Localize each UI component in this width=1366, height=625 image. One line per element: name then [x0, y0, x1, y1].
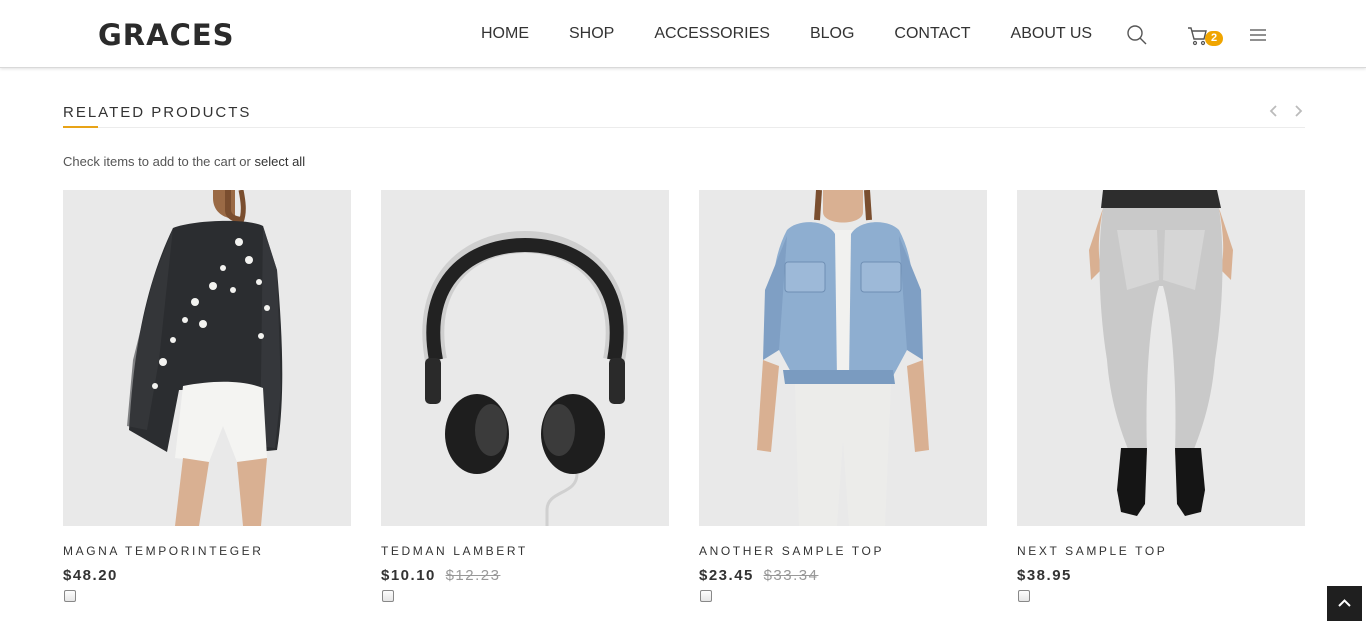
product-name[interactable]: TEDMAN LAMBERT [381, 544, 669, 558]
nav-blog[interactable]: BLOG [810, 25, 854, 43]
add-to-cart-checkbox[interactable] [1018, 590, 1030, 602]
site-logo[interactable]: GRACES [98, 18, 235, 52]
site-header: GRACES HOME SHOP ACCESSORIES BLOG CONTAC… [0, 0, 1366, 68]
chevron-up-icon [1338, 599, 1351, 607]
nav-contact[interactable]: CONTACT [894, 25, 970, 43]
add-to-cart-checkbox[interactable] [64, 590, 76, 602]
product-price: $48.20 [63, 567, 351, 584]
old-price: $33.34 [763, 567, 819, 584]
product-name[interactable]: ANOTHER SAMPLE TOP [699, 544, 987, 558]
product-image[interactable] [699, 190, 987, 526]
title-divider [63, 127, 1305, 128]
nav-about-us[interactable]: ABOUT US [1011, 25, 1093, 43]
product-image[interactable] [63, 190, 351, 526]
product-card: ANOTHER SAMPLE TOP $23.45 $33.34 [699, 190, 987, 602]
product-image[interactable] [381, 190, 669, 526]
current-price: $10.10 [381, 567, 436, 584]
check-items-hint: Check items to add to the cart or select… [63, 154, 305, 169]
product-card: TEDMAN LAMBERT $10.10 $12.23 [381, 190, 669, 602]
product-name[interactable]: NEXT SAMPLE TOP [1017, 544, 1305, 558]
add-to-cart-checkbox[interactable] [382, 590, 394, 602]
chevron-left-icon[interactable] [1267, 103, 1281, 119]
current-price: $23.45 [699, 567, 754, 584]
main-nav: HOME SHOP ACCESSORIES BLOG CONTACT ABOUT… [481, 25, 1092, 43]
chevron-right-icon[interactable] [1291, 103, 1305, 119]
product-image[interactable] [1017, 190, 1305, 526]
menu-icon[interactable] [1248, 24, 1270, 46]
check-hint-text: Check items to add to the cart or [63, 154, 251, 169]
product-card: MAGNA TEMPORINTEGER $48.20 [63, 190, 351, 602]
related-products-title: RELATED PRODUCTS [63, 104, 252, 121]
product-price: $38.95 [1017, 567, 1305, 584]
nav-accessories[interactable]: ACCESSORIES [654, 25, 770, 43]
product-price: $23.45 $33.34 [699, 567, 987, 584]
select-all-link[interactable]: select all [255, 154, 306, 169]
cart-count-badge: 2 [1205, 31, 1223, 46]
old-price: $12.23 [445, 567, 501, 584]
product-price: $10.10 $12.23 [381, 567, 669, 584]
add-to-cart-checkbox[interactable] [700, 590, 712, 602]
back-to-top-button[interactable] [1327, 586, 1362, 621]
product-name[interactable]: MAGNA TEMPORINTEGER [63, 544, 351, 558]
product-card: NEXT SAMPLE TOP $38.95 [1017, 190, 1305, 602]
title-accent-bar [63, 126, 98, 128]
nav-home[interactable]: HOME [481, 25, 529, 43]
current-price: $38.95 [1017, 567, 1072, 584]
search-icon[interactable] [1126, 24, 1148, 46]
nav-shop[interactable]: SHOP [569, 25, 614, 43]
current-price: $48.20 [63, 567, 118, 584]
